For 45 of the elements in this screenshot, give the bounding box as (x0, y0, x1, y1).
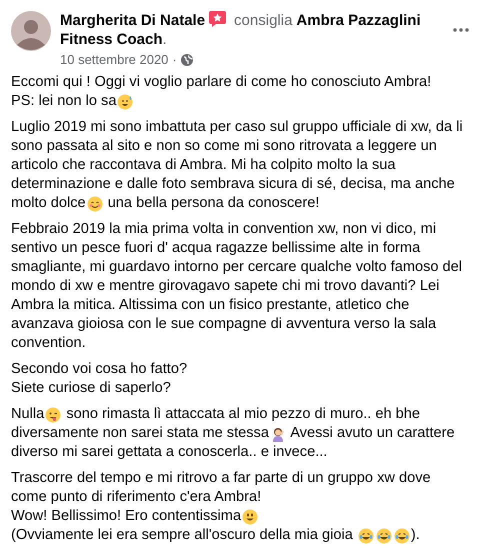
post-text: sono rimasta lì attaccata al mio pezzo di muro.. eh bhe (65, 405, 420, 424)
avatar[interactable] (11, 11, 51, 51)
recommendation-icon (209, 11, 226, 27)
action-text: consiglia (234, 12, 292, 29)
post-text: Trascorre del tempo e mi ritrovo a far parte di un gruppo xw dove (11, 469, 431, 488)
winking-tongue-emoji (45, 406, 62, 422)
post-text: una bella persona da conoscere! (106, 194, 320, 213)
post-text: Secondo voi cosa ho fatto? (11, 360, 188, 379)
post-text: Siete curiose di saperlo? (11, 379, 171, 398)
post-text: diverso mi sarei gettata a conoscerla.. e invece... (11, 443, 328, 462)
post-text: ). (410, 526, 420, 545)
post-text: PS: lei non lo sa (11, 92, 116, 111)
page-name[interactable]: Ambra Pazzaglini (296, 12, 421, 29)
period-text: . (162, 31, 167, 48)
smiling-emoji (242, 508, 258, 524)
post-text: mondo di xw e mentre girovagavo sapete chi mi trovo davanti? Lei (11, 277, 440, 296)
laughing-emoji (394, 528, 410, 544)
more-options-icon[interactable] (453, 28, 469, 32)
post-text: diversamente non sarei stata me stessa (11, 424, 269, 443)
post-text: Luglio 2019 mi sono imbattuta per caso sul gruppo ufficiale di xw, da li (11, 118, 463, 137)
post-text: smagliante, mi guardavo intorno per cercare qualche volto famoso del (11, 258, 462, 277)
post-text: Febbraio 2019 la mia prima volta in convention xw, non vi dico, mi (11, 220, 436, 239)
smiling-emoji (86, 196, 103, 212)
post-text: come punto di riferimento c'era Ambra! (11, 488, 262, 507)
post-text: avanzava gioiosa con le sue compagne di avventura verso la sala (11, 315, 436, 334)
post-date[interactable]: 10 settembre 2020 (60, 52, 168, 67)
post-text: convention. (11, 334, 86, 353)
post-text: articolo che raccontava di Ambra. Mi ha colpito molto la sua (11, 156, 396, 175)
author-name[interactable]: Margherita Di Natale (60, 12, 206, 29)
separator-text: · (172, 52, 177, 67)
post-text: Wow! Bellissimo! Ero contentissima (11, 507, 242, 526)
post-text: sono passata al sito e non so come mi sono ritrovata a leggere un (11, 137, 437, 156)
post-text: molto dolce (11, 194, 86, 213)
post-text: sentivo un pesce fuori d' acqua ragazze bellissime alte in forma (11, 239, 420, 258)
post-text: Nulla (11, 405, 44, 424)
post-text: Eccomi qui ! Oggi vi voglio parlare di come ho conosciuto Ambra! (11, 73, 432, 92)
post-text: Avessi avuto un carattere (289, 424, 455, 443)
laughing-emoji (358, 528, 374, 544)
page-name[interactable]: Fitness Coach (60, 31, 163, 48)
post-text: (Ovviamente lei era sempre all'oscuro della mia gioia (11, 526, 354, 545)
post-text: Ambra la mitica. Altissima con un fisico prestante, atletico che (11, 296, 410, 315)
post-text: determinazione e dalle foto sembrava sicura di sé, decisa, ma anche (11, 175, 455, 194)
grinning-sweat-emoji (117, 94, 134, 110)
globe-icon (180, 54, 193, 66)
laughing-emoji (376, 528, 392, 544)
